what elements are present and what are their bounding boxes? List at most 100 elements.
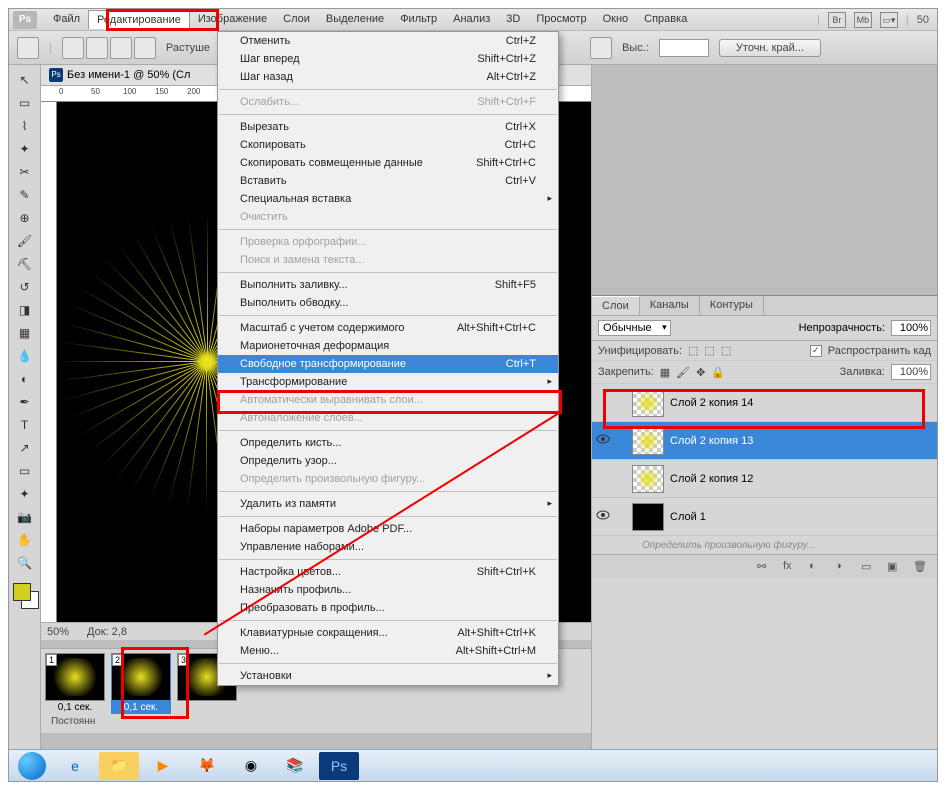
menu-item[interactable]: Установки <box>218 667 558 685</box>
menu-item[interactable]: Назначить профиль... <box>218 581 558 599</box>
panel-tab[interactable]: Слои <box>592 296 640 315</box>
sel-int-icon[interactable] <box>134 37 156 59</box>
shape-tool-icon[interactable]: ▭ <box>12 460 38 482</box>
menu-item[interactable]: Скопировать совмещенные данныеShift+Ctrl… <box>218 154 558 172</box>
blur-tool-icon[interactable]: 💧 <box>12 345 38 367</box>
menu-item[interactable]: СкопироватьCtrl+C <box>218 136 558 154</box>
path-tool-icon[interactable]: ↗ <box>12 437 38 459</box>
group-icon[interactable]: ▭ <box>861 560 877 574</box>
layer-thumbnail[interactable] <box>632 427 664 455</box>
menu-item[interactable]: Преобразовать в профиль... <box>218 599 558 617</box>
lock-pixels-icon[interactable]: 🖌 <box>676 366 690 379</box>
fx-icon[interactable]: fx <box>783 560 799 574</box>
lock-all-icon[interactable]: 🔒 <box>711 366 725 379</box>
propagate-checkbox[interactable]: ✓ <box>810 345 822 357</box>
menu-item[interactable]: Свободное трансформированиеCtrl+T <box>218 355 558 373</box>
layer-row[interactable]: Слой 2 копия 12 <box>592 460 937 498</box>
type-tool-icon[interactable]: T <box>12 414 38 436</box>
3dcam-tool-icon[interactable]: 📷 <box>12 506 38 528</box>
layer-name[interactable]: Слой 1 <box>670 511 937 523</box>
frame-time[interactable] <box>177 701 237 703</box>
lock-pos-icon[interactable]: ✥ <box>696 366 705 379</box>
brush-tool-icon[interactable]: 🖌 <box>12 230 38 252</box>
marquee-tool-icon[interactable]: ▭ <box>12 92 38 114</box>
menu-item[interactable]: Наборы параметров Adobe PDF... <box>218 520 558 538</box>
zoom-value[interactable]: 50% <box>47 626 69 638</box>
menu-справка[interactable]: Справка <box>636 10 695 29</box>
trash-icon[interactable]: 🗑 <box>913 560 929 574</box>
screenmode-icon[interactable]: ▭▾ <box>880 12 898 28</box>
move-tool-icon[interactable]: ↖ <box>12 69 38 91</box>
hand-tool-icon[interactable]: ✋ <box>12 529 38 551</box>
tool-preset-icon[interactable] <box>17 37 39 59</box>
mask-icon[interactable]: ◐ <box>809 560 825 574</box>
menu-редактирование[interactable]: Редактирование <box>88 10 190 29</box>
menu-item[interactable]: Масштаб с учетом содержимогоAlt+Shift+Ct… <box>218 319 558 337</box>
layer-name[interactable]: Слой 2 копия 12 <box>670 473 937 485</box>
menu-item[interactable]: Специальная вставка <box>218 190 558 208</box>
ie-icon[interactable]: e <box>55 752 95 780</box>
layer-thumbnail[interactable] <box>632 465 664 493</box>
sel-add-icon[interactable] <box>86 37 108 59</box>
crop-tool-icon[interactable]: ✂ <box>12 161 38 183</box>
height-input[interactable] <box>659 39 709 57</box>
menu-3d[interactable]: 3D <box>498 10 528 29</box>
layer-name[interactable]: Слой 2 копия 13 <box>670 435 937 447</box>
menu-item[interactable]: Шаг назадAlt+Ctrl+Z <box>218 68 558 86</box>
layer-thumbnail[interactable] <box>632 389 664 417</box>
panel-tab[interactable]: Контуры <box>700 296 764 315</box>
menu-файл[interactable]: Файл <box>45 10 88 29</box>
unify-icon[interactable]: ⬚ <box>704 344 714 357</box>
minibridge-icon[interactable]: Mb <box>854 12 872 28</box>
refine-edge-button[interactable]: Уточн. край... <box>719 39 821 57</box>
gradient-tool-icon[interactable]: ▦ <box>12 322 38 344</box>
menu-просмотр[interactable]: Просмотр <box>528 10 594 29</box>
bridge-icon[interactable]: Br <box>828 12 846 28</box>
new-layer-icon[interactable]: ▣ <box>887 560 903 574</box>
eraser-tool-icon[interactable]: ◨ <box>12 299 38 321</box>
winrar-icon[interactable]: 📚 <box>275 752 315 780</box>
dodge-tool-icon[interactable]: ◐ <box>12 368 38 390</box>
menu-item[interactable]: Марионеточная деформация <box>218 337 558 355</box>
menu-item[interactable]: Выполнить обводку... <box>218 294 558 312</box>
menu-слои[interactable]: Слои <box>275 10 318 29</box>
wmp-icon[interactable]: ▶ <box>143 752 183 780</box>
sel-sub-icon[interactable] <box>110 37 132 59</box>
link-icon[interactable]: ⚯ <box>757 560 773 574</box>
lock-trans-icon[interactable]: ▦ <box>660 366 670 379</box>
firefox-icon[interactable]: 🦊 <box>187 752 227 780</box>
explorer-icon[interactable]: 📁 <box>99 752 139 780</box>
menu-выделение[interactable]: Выделение <box>318 10 392 29</box>
layer-name[interactable]: Слой 2 копия 14 <box>670 397 937 409</box>
visibility-icon[interactable] <box>596 510 610 520</box>
sel-new-icon[interactable] <box>62 37 84 59</box>
eyedropper-tool-icon[interactable]: ✎ <box>12 184 38 206</box>
opt-icon-a[interactable] <box>590 37 612 59</box>
history-tool-icon[interactable]: ↺ <box>12 276 38 298</box>
menu-item[interactable]: Настройка цветов...Shift+Ctrl+K <box>218 563 558 581</box>
animation-frame[interactable]: 10,1 сек. <box>45 653 105 714</box>
menu-item[interactable]: ОтменитьCtrl+Z <box>218 32 558 50</box>
menu-анализ[interactable]: Анализ <box>445 10 498 29</box>
menu-окно[interactable]: Окно <box>595 10 637 29</box>
foreground-color-icon[interactable] <box>13 583 31 601</box>
menu-item[interactable]: ВырезатьCtrl+X <box>218 118 558 136</box>
chrome-icon[interactable]: ◉ <box>231 752 271 780</box>
fill-input[interactable]: 100% <box>891 364 931 380</box>
frame-time[interactable]: 0,1 сек. <box>45 701 105 714</box>
start-button[interactable] <box>13 750 51 782</box>
visibility-icon[interactable] <box>596 434 610 444</box>
heal-tool-icon[interactable]: ⊕ <box>12 207 38 229</box>
menu-item[interactable]: Выполнить заливку...Shift+F5 <box>218 276 558 294</box>
frame-time[interactable]: 0,1 сек. <box>111 701 171 714</box>
menu-фильтр[interactable]: Фильтр <box>392 10 445 29</box>
layer-thumbnail[interactable] <box>632 503 664 531</box>
photoshop-taskbar-icon[interactable]: Ps <box>319 752 359 780</box>
layer-row[interactable]: Слой 2 копия 14 <box>592 384 937 422</box>
menu-item[interactable]: Трансформирование <box>218 373 558 391</box>
anim-loop[interactable]: Постоянн <box>45 714 587 729</box>
menu-item[interactable]: Меню...Alt+Shift+Ctrl+M <box>218 642 558 660</box>
pen-tool-icon[interactable]: ✒ <box>12 391 38 413</box>
layer-row[interactable]: Слой 2 копия 13 <box>592 422 937 460</box>
adjust-icon[interactable]: ◑ <box>835 560 851 574</box>
